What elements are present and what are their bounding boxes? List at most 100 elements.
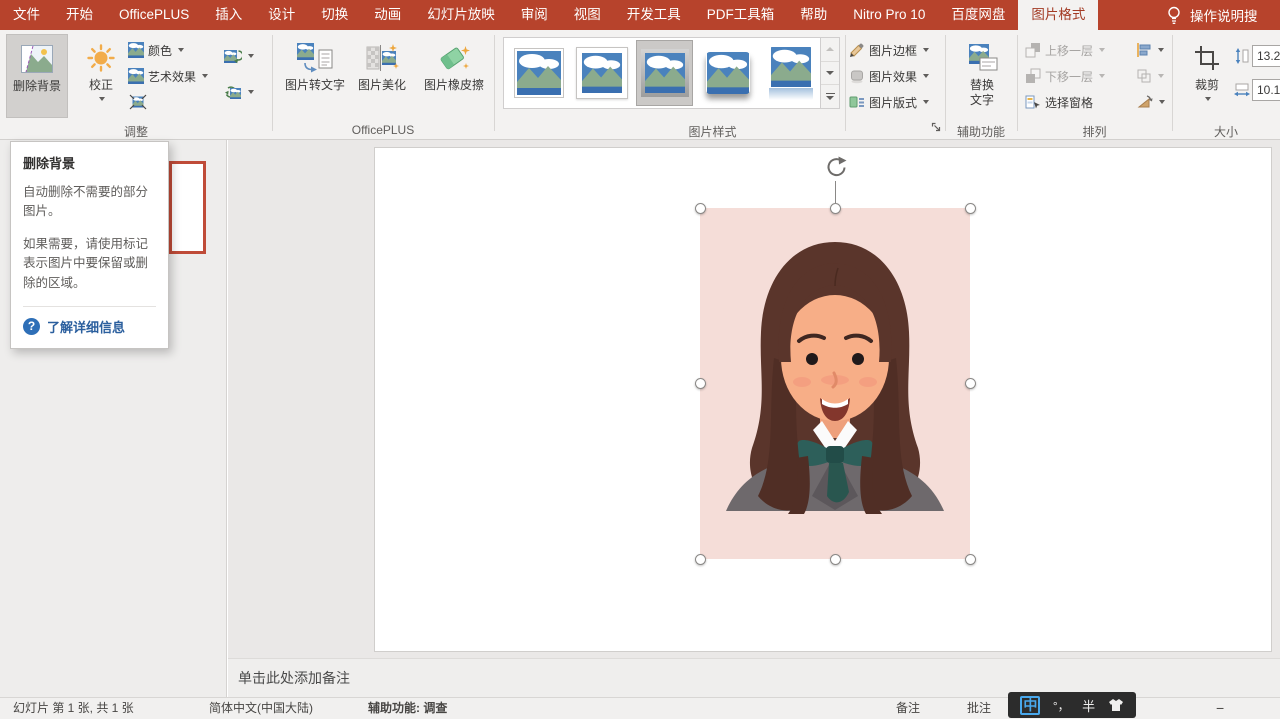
menu-bar: 文件 开始 OfficePLUS 插入 设计 切换 动画 幻灯片放映 审阅 视图… bbox=[0, 0, 1280, 30]
accessibility-group-label: 辅助功能 bbox=[945, 123, 1017, 140]
shape-width-icon bbox=[1234, 82, 1250, 98]
language-status[interactable]: 简体中文(中国大陆) bbox=[209, 698, 313, 719]
tab-picture-format[interactable]: 图片格式 bbox=[1018, 0, 1098, 30]
resize-handle-top-left[interactable] bbox=[695, 203, 706, 214]
picture-style-option-5[interactable] bbox=[762, 40, 819, 106]
learn-more-link[interactable]: ? 了解详细信息 bbox=[23, 317, 156, 336]
picture-style-option-4[interactable] bbox=[699, 40, 756, 106]
selected-picture-portrait-woman[interactable] bbox=[700, 208, 970, 559]
tab-baidu-netdisk[interactable]: 百度网盘 bbox=[938, 0, 1018, 30]
tab-help[interactable]: 帮助 bbox=[787, 0, 840, 30]
alt-text-button[interactable]: 替换 文字 bbox=[950, 34, 1014, 118]
sun-icon bbox=[87, 38, 115, 78]
tab-officeplus[interactable]: OfficePLUS bbox=[106, 0, 202, 30]
picture-style-option-3-selected[interactable] bbox=[636, 40, 693, 106]
reset-picture-icon bbox=[224, 84, 242, 100]
artistic-effects-icon bbox=[128, 68, 144, 84]
ime-width-toggle[interactable]: 半 bbox=[1082, 696, 1095, 715]
picture-styles-group-label: 图片样式 bbox=[494, 123, 931, 140]
chevron-down-icon bbox=[1158, 74, 1164, 78]
ime-mode-toggle[interactable]: 中 bbox=[1020, 696, 1040, 715]
arrow-up-icon bbox=[826, 47, 834, 51]
resize-handle-bottom-right[interactable] bbox=[965, 554, 976, 565]
resize-handle-middle-left[interactable] bbox=[695, 378, 706, 389]
rotation-handle-connector bbox=[835, 181, 836, 203]
gallery-more-button[interactable] bbox=[821, 85, 839, 108]
tell-me-search[interactable]: 操作说明搜 bbox=[1167, 0, 1258, 30]
tab-animations[interactable]: 动画 bbox=[361, 0, 414, 30]
tab-home[interactable]: 开始 bbox=[53, 0, 106, 30]
resize-handle-bottom-center[interactable] bbox=[830, 554, 841, 565]
align-button[interactable] bbox=[1136, 38, 1164, 62]
picture-eraser-label: 图片橡皮擦 bbox=[424, 78, 484, 93]
tooltip-title: 删除背景 bbox=[23, 153, 156, 172]
tab-file[interactable]: 文件 bbox=[0, 0, 53, 30]
picture-effects-button[interactable]: 图片效果 bbox=[849, 64, 929, 88]
style-thumbnail-art bbox=[706, 52, 750, 94]
tab-slideshow[interactable]: 幻灯片放映 bbox=[414, 0, 508, 30]
tab-view[interactable]: 视图 bbox=[561, 0, 614, 30]
tab-transitions[interactable]: 切换 bbox=[308, 0, 361, 30]
picture-layout-button[interactable]: 图片版式 bbox=[849, 90, 929, 114]
ime-punctuation-toggle[interactable]: °， bbox=[1053, 697, 1070, 714]
color-button[interactable]: 颜色 bbox=[128, 38, 184, 62]
picture-eraser-button[interactable]: 图片橡皮擦 bbox=[416, 34, 492, 118]
tab-insert[interactable]: 插入 bbox=[202, 0, 255, 30]
picture-to-text-button[interactable]: 图片转文字 bbox=[281, 34, 349, 118]
reset-picture-button[interactable] bbox=[224, 80, 254, 104]
picture-effects-label: 图片效果 bbox=[869, 68, 917, 85]
shape-width-input[interactable]: 10.1 bbox=[1252, 79, 1280, 101]
notes-toggle-button[interactable]: 备注 bbox=[896, 698, 920, 719]
change-picture-button[interactable] bbox=[224, 44, 254, 68]
zoom-out-button[interactable]: − bbox=[1216, 698, 1224, 719]
chevron-down-icon bbox=[248, 90, 254, 94]
officeplus-group-label: OfficePLUS bbox=[272, 123, 494, 137]
accessibility-status[interactable]: 辅助功能: 调查 bbox=[368, 698, 447, 719]
learn-more-label: 了解详细信息 bbox=[47, 317, 125, 336]
artistic-effects-button[interactable]: 艺术效果 bbox=[128, 64, 208, 88]
arrow-down-icon bbox=[826, 96, 834, 100]
tab-review[interactable]: 审阅 bbox=[508, 0, 561, 30]
remove-background-button[interactable]: 删除背景 bbox=[6, 34, 68, 118]
color-icon bbox=[128, 42, 144, 58]
gallery-scroll-down-button[interactable] bbox=[821, 62, 839, 86]
picture-beautify-button[interactable]: 图片美化 bbox=[350, 34, 414, 118]
rotation-handle[interactable] bbox=[824, 156, 848, 180]
tab-pdf-toolbox[interactable]: PDF工具箱 bbox=[694, 0, 788, 30]
artistic-effects-label: 艺术效果 bbox=[148, 68, 196, 85]
group-divider bbox=[272, 35, 273, 131]
resize-handle-middle-right[interactable] bbox=[965, 378, 976, 389]
shape-height-input[interactable]: 13.2 bbox=[1252, 45, 1280, 67]
chevron-down-icon bbox=[1205, 97, 1211, 101]
shape-height-row bbox=[1234, 44, 1250, 68]
slide-counter[interactable]: 幻灯片 第 1 张, 共 1 张 bbox=[13, 698, 134, 719]
tab-design[interactable]: 设计 bbox=[255, 0, 308, 30]
picture-styles-dialog-launcher[interactable] bbox=[931, 122, 942, 136]
more-bar-icon bbox=[826, 93, 835, 95]
gallery-scroll-up-button[interactable] bbox=[821, 38, 839, 62]
tab-nitro-pro[interactable]: Nitro Pro 10 bbox=[840, 0, 938, 30]
remove-background-label: 删除背景 bbox=[13, 79, 61, 94]
resize-handle-bottom-left[interactable] bbox=[695, 554, 706, 565]
rotate-button[interactable] bbox=[1136, 90, 1165, 114]
tab-developer[interactable]: 开发工具 bbox=[614, 0, 694, 30]
resize-handle-top-right[interactable] bbox=[965, 203, 976, 214]
corrections-label: 校正 bbox=[89, 78, 113, 93]
resize-handle-top-center[interactable] bbox=[830, 203, 841, 214]
slide-1-thumbnail-selected[interactable] bbox=[169, 161, 206, 254]
chevron-down-icon bbox=[1159, 100, 1165, 104]
ime-skin-shirt-icon[interactable] bbox=[1108, 698, 1124, 712]
selection-pane-button[interactable]: 选择窗格 bbox=[1025, 90, 1093, 114]
picture-border-label: 图片边框 bbox=[869, 42, 917, 59]
picture-style-option-1[interactable] bbox=[510, 40, 567, 106]
shape-width-row bbox=[1234, 78, 1250, 102]
compress-picture-button[interactable] bbox=[129, 90, 147, 114]
crop-button[interactable]: 裁剪 bbox=[1184, 34, 1230, 118]
comments-toggle-button[interactable]: 批注 bbox=[967, 698, 991, 719]
notes-placeholder[interactable]: 单击此处添加备注 bbox=[238, 659, 350, 697]
corrections-button[interactable]: 校正 bbox=[78, 34, 124, 118]
group-divider bbox=[1172, 35, 1173, 131]
picture-border-button[interactable]: 图片边框 bbox=[849, 38, 929, 62]
picture-style-option-2[interactable] bbox=[573, 40, 630, 106]
picture-layout-icon bbox=[849, 94, 865, 110]
